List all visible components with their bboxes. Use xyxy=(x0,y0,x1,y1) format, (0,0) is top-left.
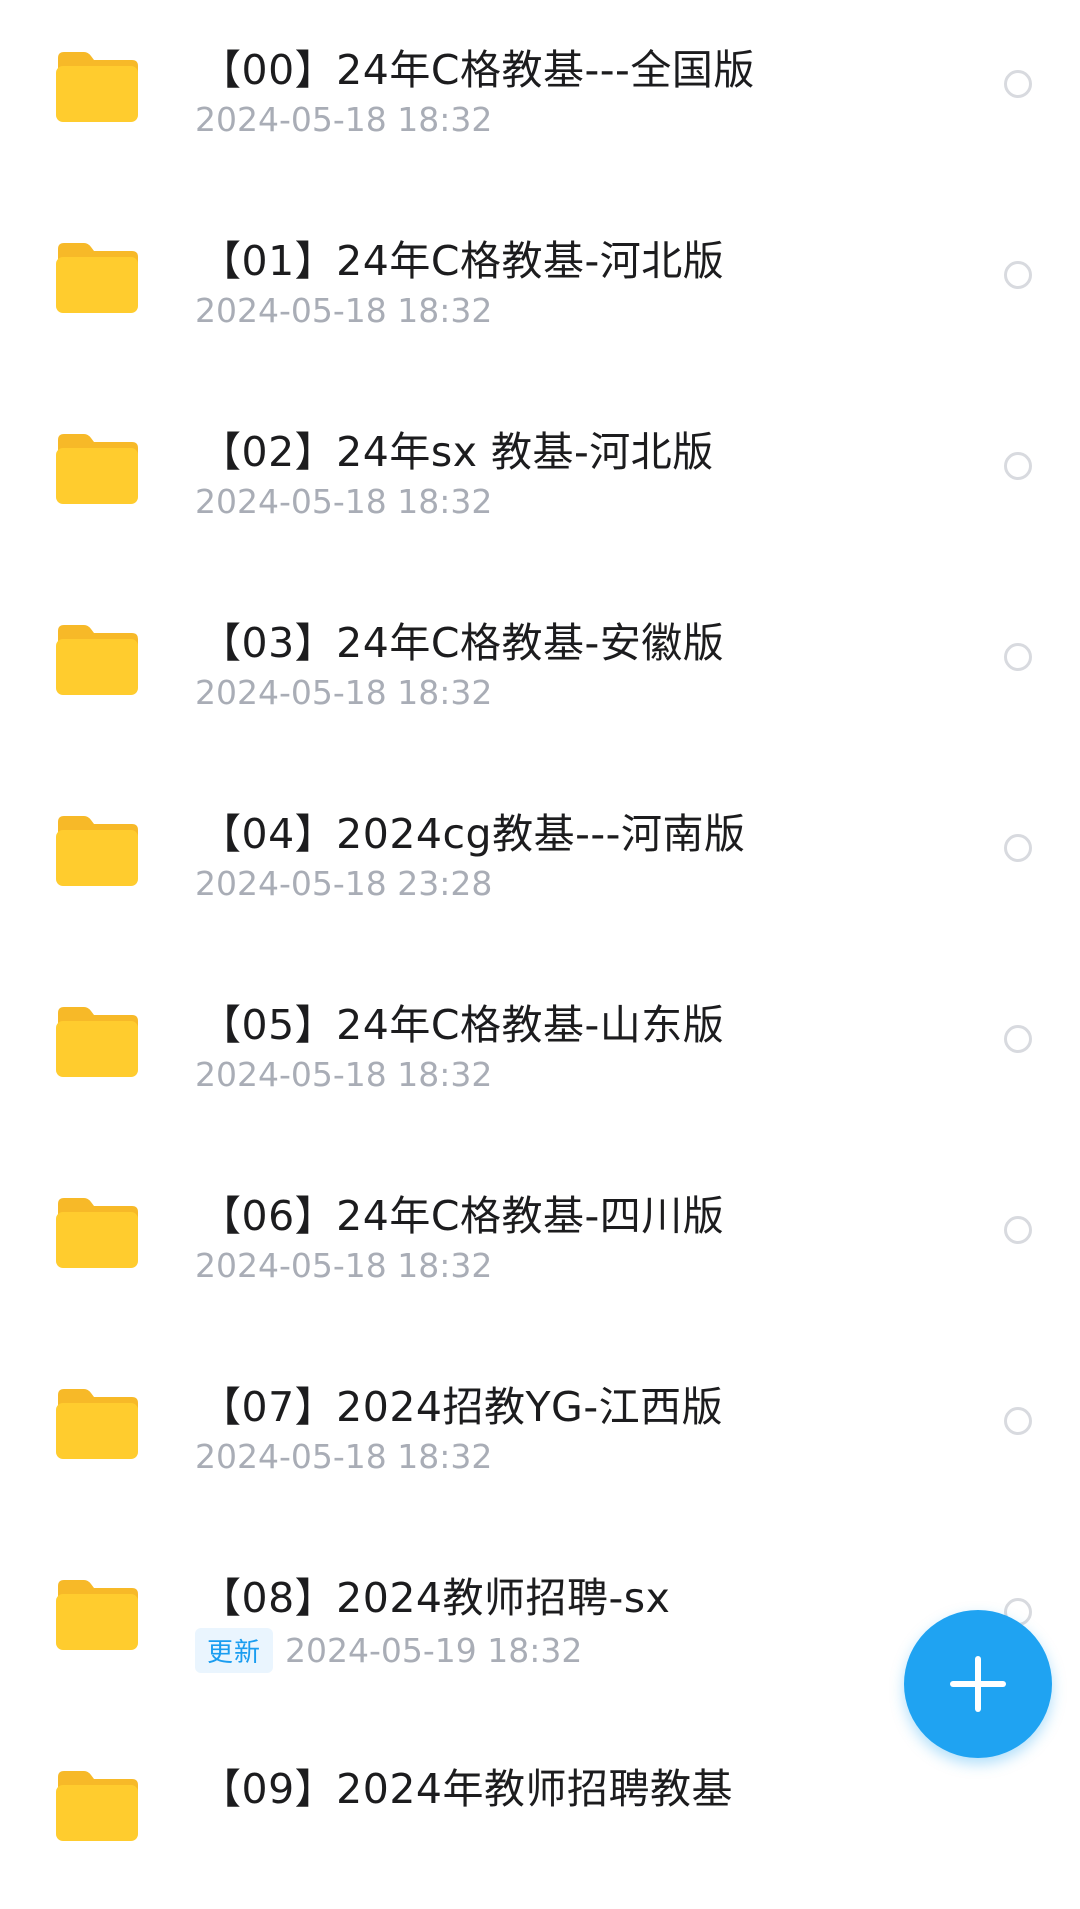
folder-icon xyxy=(54,1576,140,1652)
folder-date: 2024-05-19 18:32 xyxy=(285,1631,583,1670)
folder-date: 2024-05-18 23:28 xyxy=(195,864,493,903)
folder-icon xyxy=(54,430,140,506)
folder-icon xyxy=(54,1385,140,1461)
folder-name: 【04】2024cg教基---河南版 xyxy=(200,810,746,858)
folder-row-02[interactable]: 【02】24年sx 教基-河北版 2024-05-18 18:32 xyxy=(0,382,1080,572)
folder-name: 【08】2024教师招聘-sx xyxy=(200,1574,671,1622)
folder-icon xyxy=(54,812,140,888)
select-radio[interactable] xyxy=(1004,70,1032,98)
folder-date: 2024-05-18 18:32 xyxy=(195,673,493,712)
update-badge: 更新 xyxy=(195,1628,274,1673)
folder-row-06[interactable]: 【06】24年C格教基-四川版 2024-05-18 18:32 xyxy=(0,1146,1080,1336)
folder-name: 【00】24年C格教基---全国版 xyxy=(200,46,755,94)
folder-name: 【06】24年C格教基-四川版 xyxy=(200,1192,725,1240)
select-radio[interactable] xyxy=(1004,1216,1032,1244)
select-radio[interactable] xyxy=(1004,1025,1032,1053)
select-radio[interactable] xyxy=(1004,643,1032,671)
folder-name: 【02】24年sx 教基-河北版 xyxy=(200,428,714,476)
select-radio[interactable] xyxy=(1004,261,1032,289)
folder-row-01[interactable]: 【01】24年C格教基-河北版 2024-05-18 18:32 xyxy=(0,191,1080,381)
folder-name: 【05】24年C格教基-山东版 xyxy=(200,1001,725,1049)
select-radio[interactable] xyxy=(1004,834,1032,862)
folder-date: 2024-05-18 18:32 xyxy=(195,291,493,330)
folder-name: 【07】2024招教YG-江西版 xyxy=(200,1383,724,1431)
folder-icon xyxy=(54,239,140,315)
folder-name: 【03】24年C格教基-安徽版 xyxy=(200,619,725,667)
folder-icon xyxy=(54,48,140,124)
folder-row-00[interactable]: 【00】24年C格教基---全国版 2024-05-18 18:32 xyxy=(0,0,1080,190)
folder-row-03[interactable]: 【03】24年C格教基-安徽版 2024-05-18 18:32 xyxy=(0,573,1080,763)
folder-icon xyxy=(54,1194,140,1270)
folder-date: 2024-05-18 18:32 xyxy=(195,100,493,139)
folder-name: 【01】24年C格教基-河北版 xyxy=(200,237,725,285)
select-radio[interactable] xyxy=(1004,452,1032,480)
folder-name: 【09】2024年教师招聘教基 xyxy=(200,1765,734,1813)
folder-meta: 更新 2024-05-19 18:32 xyxy=(195,1628,582,1673)
folder-date: 2024-05-18 18:32 xyxy=(195,1055,493,1094)
add-button[interactable] xyxy=(904,1610,1052,1758)
folder-row-09[interactable]: 【09】2024年教师招聘教基 xyxy=(0,1719,1080,1909)
folder-row-04[interactable]: 【04】2024cg教基---河南版 2024-05-18 23:28 xyxy=(0,764,1080,954)
select-radio[interactable] xyxy=(1004,1407,1032,1435)
folder-icon xyxy=(54,1767,140,1843)
folder-date: 2024-05-18 18:32 xyxy=(195,482,493,521)
folder-date: 2024-05-18 18:32 xyxy=(195,1437,493,1476)
folder-icon xyxy=(54,621,140,697)
folder-icon xyxy=(54,1003,140,1079)
folder-date: 2024-05-18 18:32 xyxy=(195,1246,493,1285)
folder-row-05[interactable]: 【05】24年C格教基-山东版 2024-05-18 18:32 xyxy=(0,955,1080,1145)
folder-row-07[interactable]: 【07】2024招教YG-江西版 2024-05-18 18:32 xyxy=(0,1337,1080,1527)
